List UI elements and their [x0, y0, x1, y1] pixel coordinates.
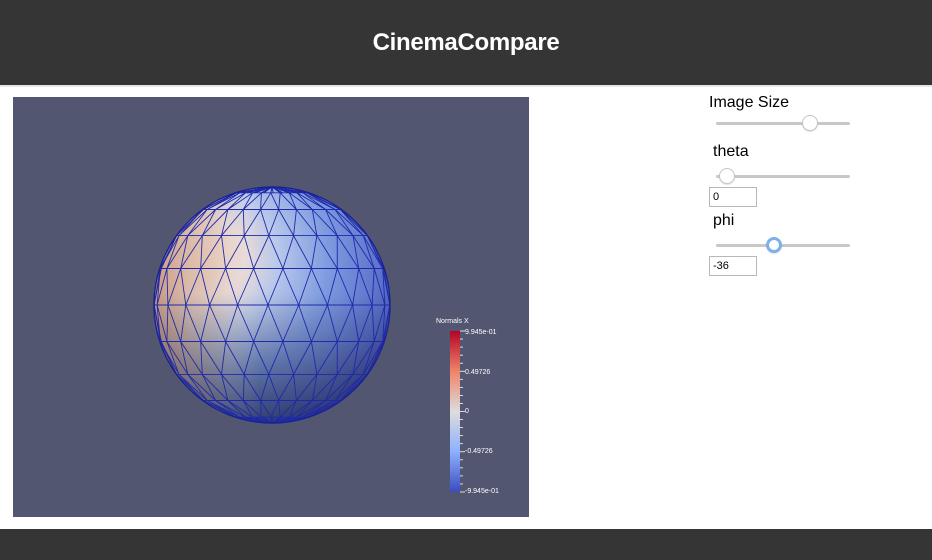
slider-thumb[interactable]	[765, 237, 782, 253]
slider-track	[716, 122, 850, 125]
image-size-label: Image Size	[709, 94, 790, 111]
theta-slider[interactable]	[716, 166, 850, 186]
legend-tick-label: 0.49726	[465, 369, 490, 376]
legend-tick-label: -0.49726	[465, 448, 493, 455]
legend-colorbar	[450, 331, 460, 492]
color-legend: Normals X 9.945e-01 0.49726 0 -0.49726 -…	[436, 318, 499, 495]
slider-track	[716, 175, 850, 178]
controls-panel: Image Size theta phi	[700, 90, 880, 290]
legend-title: Normals X	[436, 318, 469, 325]
slider-thumb[interactable]	[801, 115, 818, 131]
image-size-slider[interactable]	[716, 113, 850, 133]
slider-track	[716, 244, 850, 247]
app-footer	[0, 529, 932, 560]
app-header: CinemaCompare	[0, 0, 932, 85]
phi-slider[interactable]	[716, 235, 850, 255]
legend-tick-label: 9.945e-01	[465, 329, 497, 336]
app-title: CinemaCompare	[372, 28, 560, 56]
sphere-render: Normals X 9.945e-01 0.49726 0 -0.49726 -…	[153, 186, 499, 495]
header-divider	[0, 85, 932, 87]
slider-thumb[interactable]	[718, 168, 735, 184]
theta-label: theta	[713, 143, 749, 160]
render-viewport[interactable]: Normals X 9.945e-01 0.49726 0 -0.49726 -…	[13, 97, 529, 517]
theta-input[interactable]	[709, 187, 757, 207]
legend-tick-label: -9.945e-01	[465, 488, 499, 495]
phi-label: phi	[713, 212, 735, 229]
phi-input[interactable]	[709, 256, 757, 276]
legend-tick-label: 0	[465, 408, 469, 415]
